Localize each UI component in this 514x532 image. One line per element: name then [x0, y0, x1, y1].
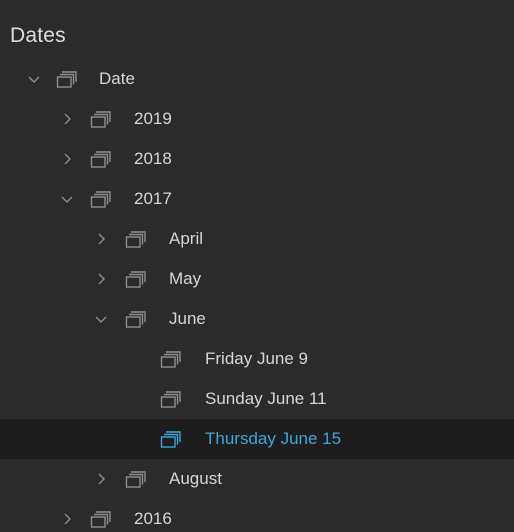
tree-node-label: April: [169, 229, 204, 248]
tree-node-2018[interactable]: 2018: [0, 139, 514, 179]
tree-node-may[interactable]: May: [0, 259, 514, 299]
chevron-down-icon[interactable]: [60, 191, 74, 207]
tree-node-june[interactable]: June: [0, 299, 514, 339]
chevron-right-icon[interactable]: [60, 151, 74, 167]
tree-node-label: May: [169, 269, 202, 288]
stacked-folder-icon: [90, 189, 112, 209]
tree-node-label: Date: [99, 69, 135, 88]
tree-node-sunday-june-11[interactable]: Sunday June 11: [0, 379, 514, 419]
tree-node-august[interactable]: August: [0, 459, 514, 499]
tree-node-label: 2019: [134, 109, 172, 128]
stacked-folder-icon: [125, 229, 147, 249]
date-tree: Date 2019 2018 2017 April May June Frida…: [0, 59, 514, 532]
tree-node-label: 2017: [134, 189, 172, 208]
chevron-right-icon[interactable]: [94, 471, 108, 487]
stacked-folder-icon: [160, 349, 182, 369]
chevron-right-icon[interactable]: [94, 231, 108, 247]
stacked-folder-icon: [56, 69, 78, 89]
chevron-down-icon[interactable]: [94, 311, 108, 327]
chevron-right-icon[interactable]: [60, 511, 74, 527]
tree-node-label: Friday June 9: [205, 349, 308, 368]
chevron-right-icon[interactable]: [60, 111, 74, 127]
tree-node-label: Sunday June 11: [205, 389, 327, 408]
stacked-folder-icon: [125, 269, 147, 289]
tree-node-label: August: [169, 469, 222, 488]
tree-node-label: 2016: [134, 509, 172, 528]
tree-node-label: Thursday June 15: [205, 429, 342, 448]
tree-node-2019[interactable]: 2019: [0, 99, 514, 139]
stacked-folder-icon: [160, 389, 182, 409]
panel-title: Dates: [10, 24, 66, 47]
stacked-folder-icon: [90, 509, 112, 529]
tree-node-friday-june-9[interactable]: Friday June 9: [0, 339, 514, 379]
dates-panel: Dates Date 2019 2018 2017 April May June…: [0, 0, 514, 532]
tree-node-label: 2018: [134, 149, 172, 168]
stacked-folder-icon: [125, 309, 147, 329]
tree-node-thursday-june-15[interactable]: Thursday June 15: [0, 419, 514, 459]
stacked-folder-icon: [90, 109, 112, 129]
stacked-folder-icon: [160, 429, 182, 449]
tree-node-2016[interactable]: 2016: [0, 499, 514, 532]
tree-node-april[interactable]: April: [0, 219, 514, 259]
tree-node-date[interactable]: Date: [0, 59, 514, 99]
tree-node-label: June: [169, 309, 206, 328]
chevron-right-icon[interactable]: [94, 271, 108, 287]
chevron-down-icon[interactable]: [27, 71, 41, 87]
stacked-folder-icon: [125, 469, 147, 489]
tree-node-2017[interactable]: 2017: [0, 179, 514, 219]
stacked-folder-icon: [90, 149, 112, 169]
